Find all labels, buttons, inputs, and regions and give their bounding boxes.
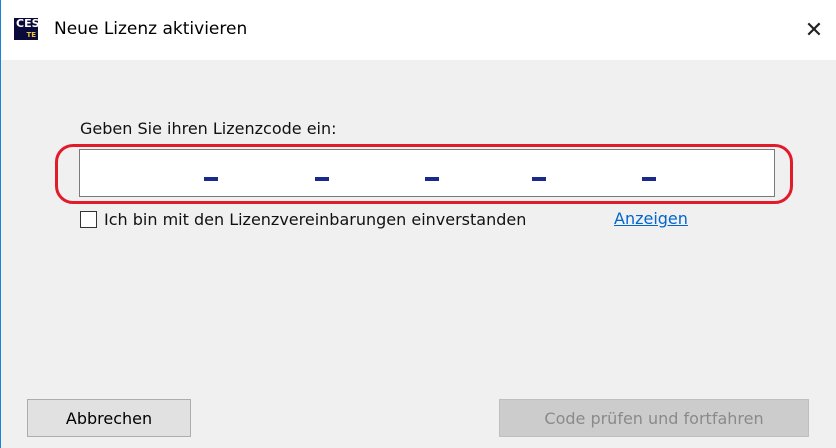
code-separator <box>315 177 329 181</box>
dialog-content: Geben Sie ihren Lizenzcode ein: Ich bin … <box>1 60 836 448</box>
verify-continue-button[interactable]: Code prüfen und fortfahren <box>499 399 809 437</box>
code-segment-2[interactable] <box>218 150 310 196</box>
license-code-prompt: Geben Sie ihren Lizenzcode ein: <box>80 119 337 138</box>
show-agreement-link[interactable]: Anzeigen <box>614 209 688 228</box>
close-icon[interactable]: ✕ <box>791 0 836 60</box>
app-logo-icon: CES TE <box>14 17 40 40</box>
code-segment-3[interactable] <box>329 150 421 196</box>
license-code-field <box>79 149 775 197</box>
code-segment-6[interactable] <box>658 150 750 196</box>
window-title: Neue Lizenz aktivieren <box>54 19 248 39</box>
code-segment-4[interactable] <box>439 150 531 196</box>
agreement-row: Ich bin mit den Lizenzvereinbarungen ein… <box>80 208 526 230</box>
code-segment-5[interactable] <box>546 150 638 196</box>
agreement-label: Ich bin mit den Lizenzvereinbarungen ein… <box>104 209 527 229</box>
code-separator <box>532 177 546 181</box>
code-separator <box>642 177 656 181</box>
code-separator <box>425 177 439 181</box>
code-segment-1[interactable] <box>98 150 190 196</box>
agreement-checkbox[interactable] <box>80 210 97 228</box>
title-bar: CES TE Neue Lizenz aktivieren ✕ <box>1 0 836 60</box>
license-dialog: CES TE Neue Lizenz aktivieren ✕ Geben Si… <box>0 0 836 448</box>
code-separator <box>204 177 218 181</box>
app-logo-subtext: TE <box>26 31 36 39</box>
cancel-button[interactable]: Abbrechen <box>27 399 191 437</box>
app-logo-text: CES <box>16 17 40 30</box>
